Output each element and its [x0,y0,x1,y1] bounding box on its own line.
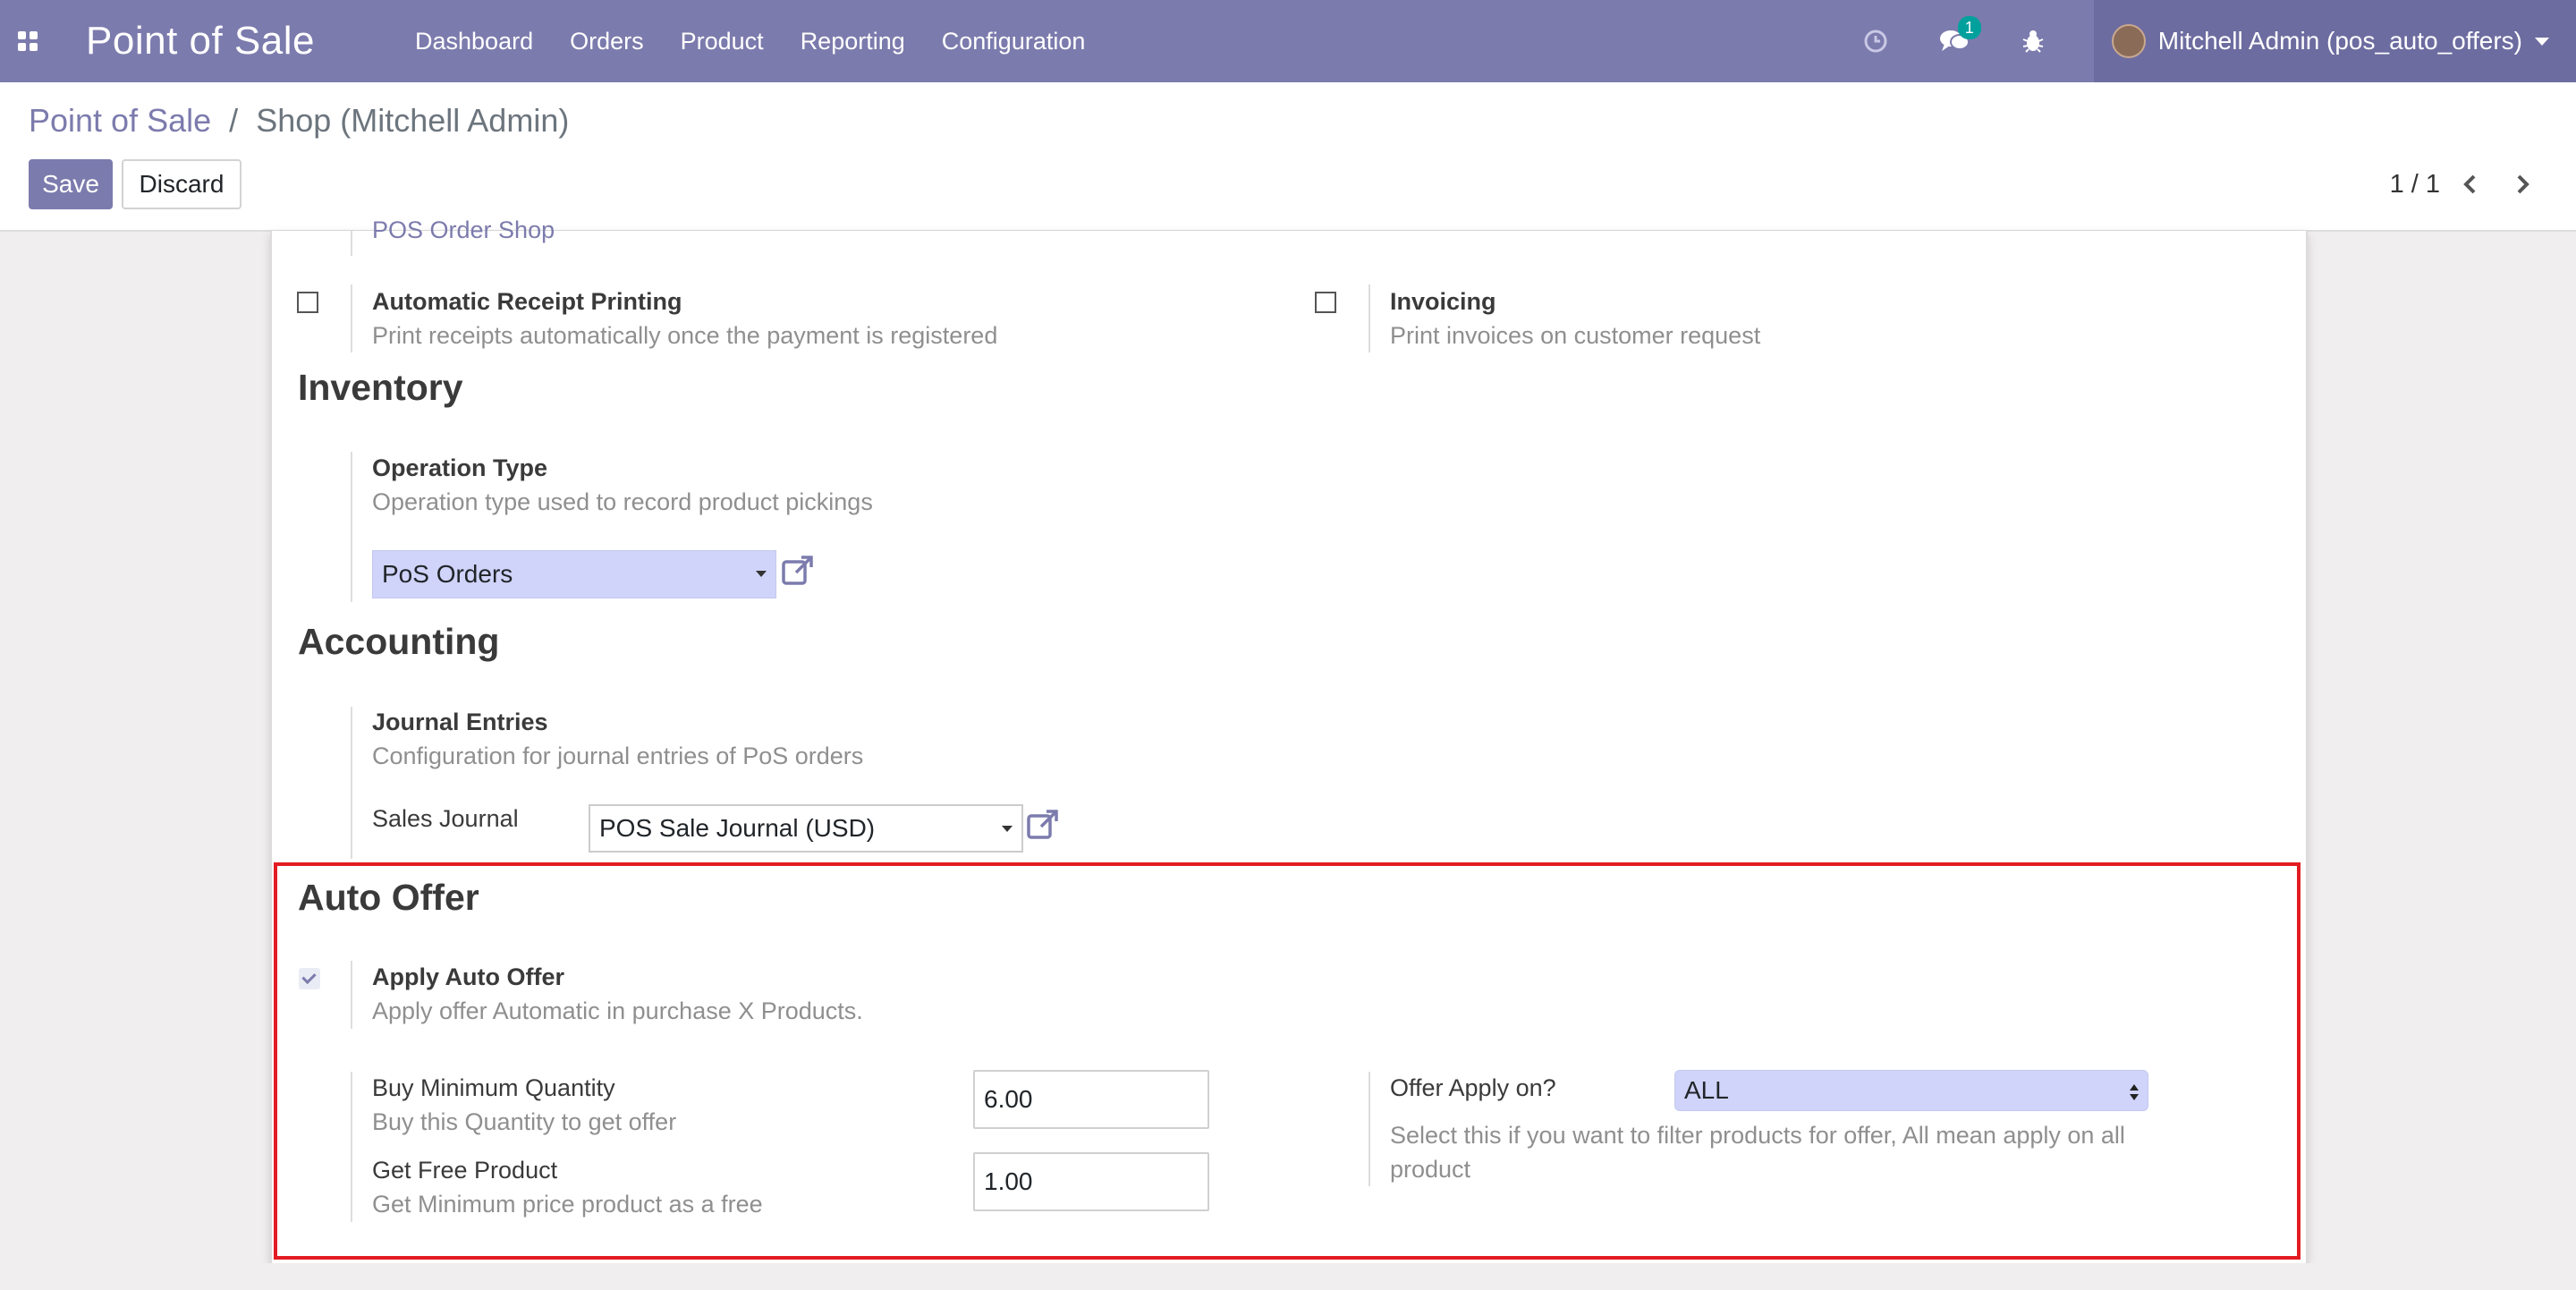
apply-auto-offer-label: Apply Auto Offer [372,963,564,990]
menu-product[interactable]: Product [681,28,764,55]
setting-divider [1368,1072,1370,1186]
free-product-label: Get Free Product [372,1157,558,1184]
invoicing-checkbox[interactable] [1315,292,1336,313]
menu-dashboard[interactable]: Dashboard [415,28,533,55]
free-product-input[interactable]: 1.00 [973,1152,1209,1211]
offer-apply-on-help-line2: product [1390,1156,1471,1183]
messages-icon[interactable]: 1 [1936,16,1981,59]
external-link-icon[interactable] [780,553,816,589]
offer-apply-on-select[interactable]: ALL [1674,1070,2148,1111]
operation-type-label: Operation Type [372,454,548,481]
operation-type-select[interactable]: PoS Orders [372,550,776,598]
setting-divider [351,231,352,256]
free-product-help: Get Minimum price product as a free [372,1191,763,1218]
offer-apply-on-help-line1: Select this if you want to filter produc… [1390,1122,2125,1149]
menu-reporting[interactable]: Reporting [801,28,905,55]
inventory-section-title: Inventory [298,367,463,408]
setting-divider [351,284,352,352]
dropdown-caret-icon [756,571,767,577]
menu-orders[interactable]: Orders [570,28,644,55]
discard-button[interactable]: Discard [122,159,242,209]
setting-divider [1368,284,1370,352]
offer-apply-on-value: ALL [1684,1076,1729,1104]
setting-divider [351,452,352,602]
app-brand[interactable]: Point of Sale [86,19,315,64]
operation-type-help: Operation type used to record product pi… [372,488,873,515]
main-menu: Dashboard Orders Product Reporting Confi… [415,28,1122,55]
debug-bug-icon[interactable] [2015,23,2051,59]
activity-clock-icon[interactable] [1858,23,1894,59]
auto-receipt-checkbox[interactable] [297,292,318,313]
menu-configuration[interactable]: Configuration [942,28,1086,55]
buy-min-qty-input[interactable]: 6.00 [973,1070,1209,1129]
buy-min-qty-help: Buy this Quantity to get offer [372,1108,677,1135]
sales-journal-label: Sales Journal [372,805,519,832]
page-bottom-strip [0,1263,2576,1290]
setting-divider [351,707,352,859]
control-panel: Point of Sale / Shop (Mitchell Admin) Sa… [0,82,2576,232]
auto-receipt-help: Print receipts automatically once the pa… [372,322,998,349]
apply-auto-offer-checkbox[interactable] [299,968,320,989]
user-menu[interactable]: Mitchell Admin (pos_auto_offers) [2093,0,2576,82]
dropdown-caret-icon [1002,826,1013,832]
accounting-section-title: Accounting [298,621,500,662]
user-name: Mitchell Admin (pos_auto_offers) [2157,27,2522,55]
operation-type-value: PoS Orders [382,560,513,588]
breadcrumb-current: Shop (Mitchell Admin) [256,102,570,139]
breadcrumb: Point of Sale / Shop (Mitchell Admin) [29,102,569,140]
journal-entries-help: Configuration for journal entries of PoS… [372,743,864,769]
setting-divider [351,961,352,1029]
save-button[interactable]: Save [29,159,113,209]
apps-menu-icon[interactable] [18,31,38,51]
user-avatar [2111,24,2146,58]
messages-badge: 1 [1957,16,1981,39]
auto-receipt-label: Automatic Receipt Printing [372,288,682,315]
user-caret-icon [2535,37,2549,46]
external-link-icon[interactable] [1025,807,1061,843]
invoicing-label: Invoicing [1390,288,1496,315]
pager-prev-icon[interactable] [2458,172,2483,197]
top-navbar: Point of Sale Dashboard Orders Product R… [0,0,2576,82]
apply-auto-offer-help: Apply offer Automatic in purchase X Prod… [372,997,863,1024]
breadcrumb-separator: / [229,102,239,139]
sales-journal-select[interactable]: POS Sale Journal (USD) [589,804,1023,853]
breadcrumb-root[interactable]: Point of Sale [29,102,211,139]
pos-order-shop-link[interactable]: POS Order Shop [372,216,555,244]
select-updown-icon [2130,1084,2139,1100]
buy-min-qty-label: Buy Minimum Quantity [372,1074,615,1101]
setting-divider [351,1072,352,1222]
sales-journal-value: POS Sale Journal (USD) [599,814,876,842]
navbar-systray: 1 Mitchell Admin (pos_auto_offers) [1858,0,2576,82]
invoicing-help: Print invoices on customer request [1390,322,1761,349]
pager-value: 1 / 1 [2389,170,2440,199]
journal-entries-label: Journal Entries [372,709,548,735]
pager-next-icon[interactable] [2510,172,2535,197]
auto-offer-section-title: Auto Offer [298,877,479,918]
offer-apply-on-label: Offer Apply on? [1390,1074,1556,1101]
